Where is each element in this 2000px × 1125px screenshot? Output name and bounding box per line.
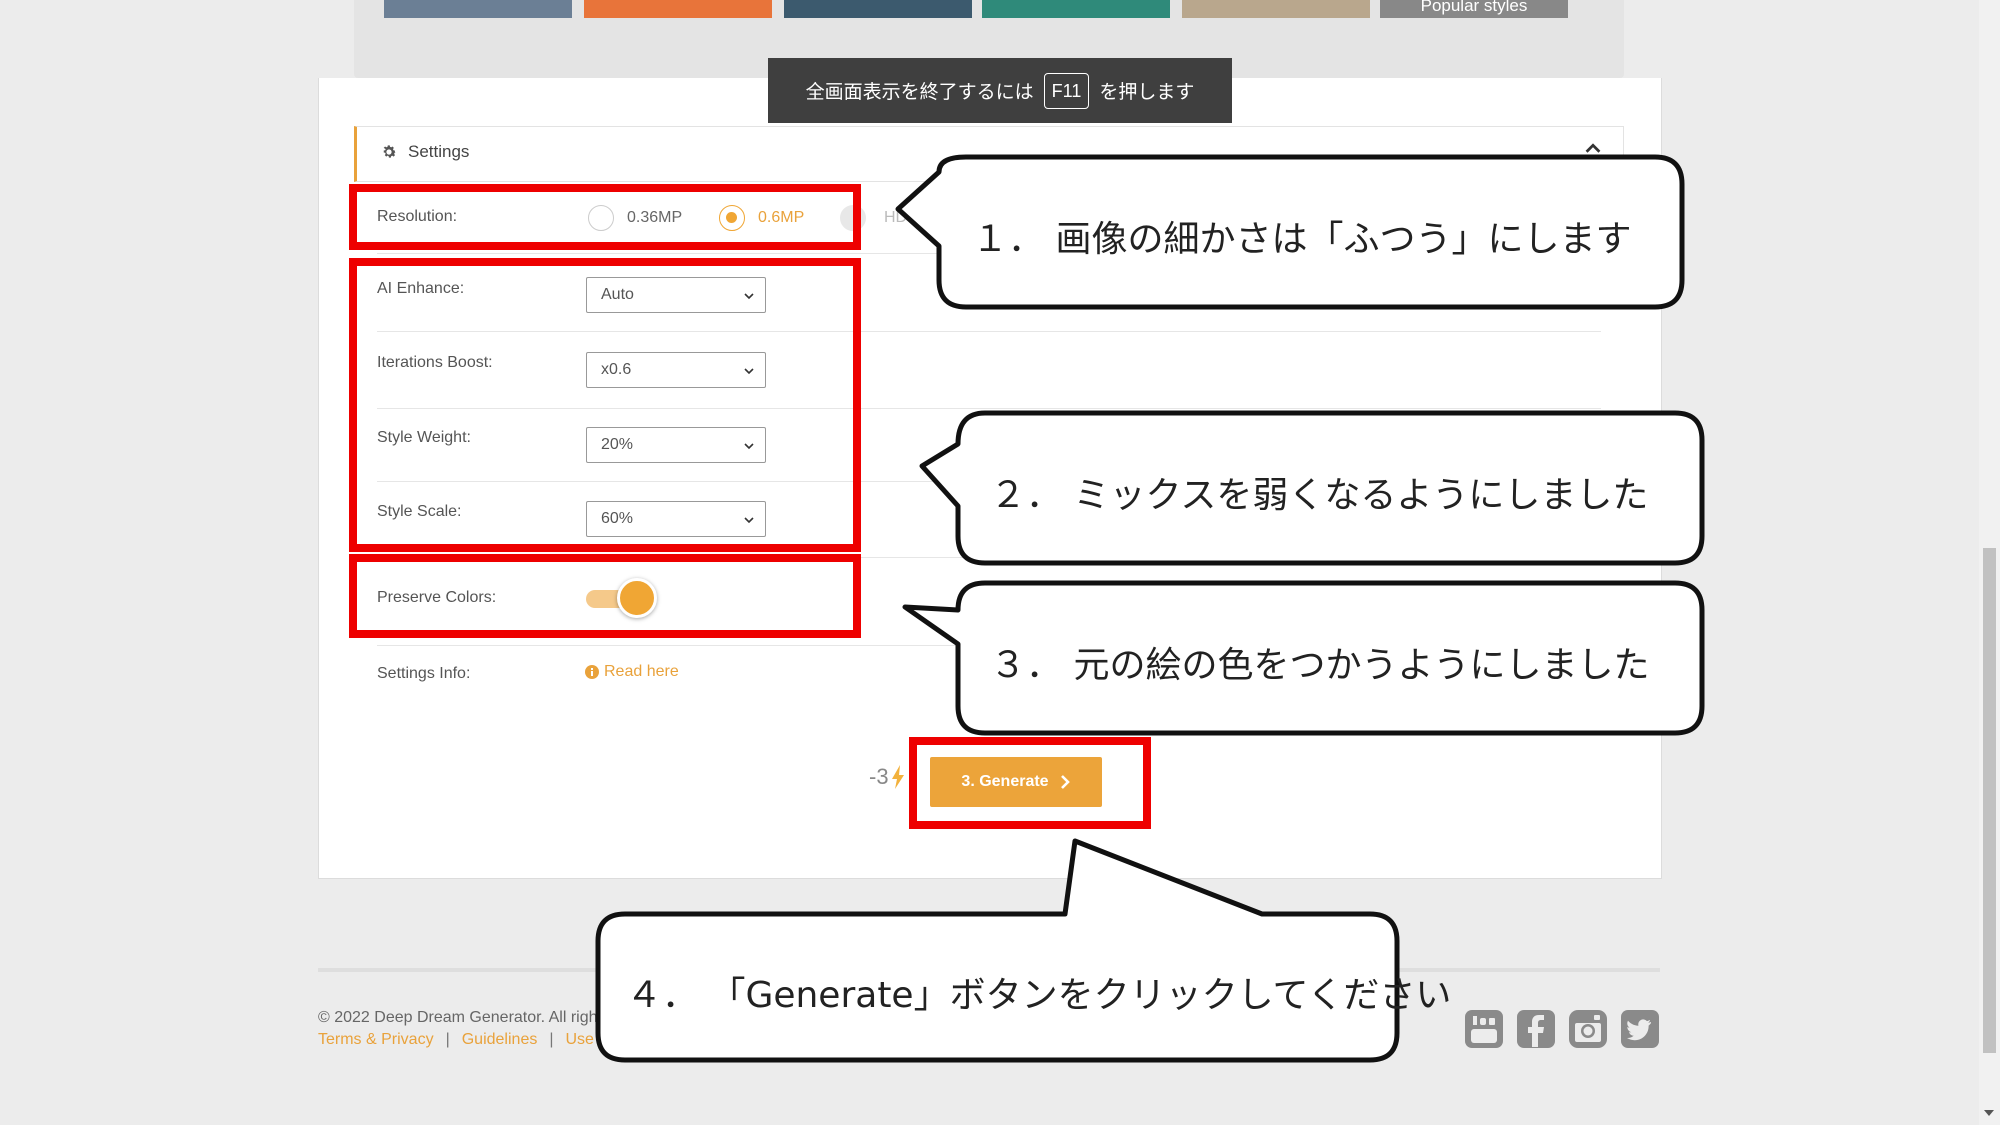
callout-2-text: ２． ミックスを弱くなるようにしました — [990, 475, 1649, 516]
callout-4-bubble — [595, 838, 1400, 1063]
callout-4-text: ４． 「Generate」ボタンをクリックしてください — [626, 975, 1452, 1016]
callout-1-text: １． 画像の細かさは「ふつう」にします — [972, 219, 1632, 260]
callout-layer — [595, 154, 1705, 1063]
callout-3-text: ３． 元の絵の色をつかうようにしました — [990, 645, 1650, 686]
